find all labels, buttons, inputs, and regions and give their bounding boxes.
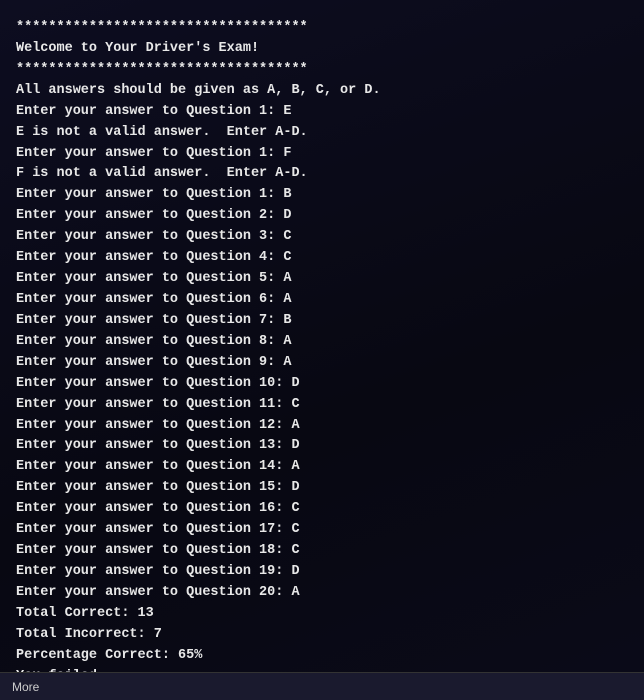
terminal-line: Enter your answer to Question 8: A — [16, 332, 628, 353]
bottom-bar: More — [0, 672, 644, 700]
terminal-line: Enter your answer to Question 1: F — [16, 144, 628, 165]
terminal-line: Enter your answer to Question 19: D — [16, 562, 628, 583]
terminal-line: Enter your answer to Question 6: A — [16, 290, 628, 311]
terminal-line: Enter your answer to Question 12: A — [16, 416, 628, 437]
terminal-line: Enter your answer to Question 9: A — [16, 353, 628, 374]
terminal-line: Enter your answer to Question 17: C — [16, 520, 628, 541]
terminal-line: Enter your answer to Question 13: D — [16, 436, 628, 457]
terminal-line: Enter your answer to Question 15: D — [16, 478, 628, 499]
terminal-line: Enter your answer to Question 4: C — [16, 248, 628, 269]
terminal-line: Total Incorrect: 7 — [16, 625, 628, 646]
terminal-line: Enter your answer to Question 2: D — [16, 206, 628, 227]
terminal-line: Enter your answer to Question 14: A — [16, 457, 628, 478]
terminal-line: Enter your answer to Question 5: A — [16, 269, 628, 290]
terminal-line: E is not a valid answer. Enter A-D. — [16, 123, 628, 144]
terminal-line: Enter your answer to Question 11: C — [16, 395, 628, 416]
terminal-line: Enter your answer to Question 7: B — [16, 311, 628, 332]
terminal-line: Welcome to Your Driver's Exam! — [16, 39, 628, 60]
terminal-line: Enter your answer to Question 1: E — [16, 102, 628, 123]
terminal-line: ************************************ — [16, 60, 628, 81]
terminal-line: Total Correct: 13 — [16, 604, 628, 625]
terminal-line: Enter your answer to Question 20: A — [16, 583, 628, 604]
more-label[interactable]: More — [12, 680, 39, 694]
terminal-line: Enter your answer to Question 18: C — [16, 541, 628, 562]
terminal-line: All answers should be given as A, B, C, … — [16, 81, 628, 102]
terminal-line: ************************************ — [16, 18, 628, 39]
terminal-output: ************************************Welc… — [0, 0, 644, 672]
terminal-line: Enter your answer to Question 16: C — [16, 499, 628, 520]
terminal-line: Enter your answer to Question 10: D — [16, 374, 628, 395]
terminal-line: Percentage Correct: 65% — [16, 646, 628, 667]
terminal-line: F is not a valid answer. Enter A-D. — [16, 164, 628, 185]
terminal-line: Enter your answer to Question 1: B — [16, 185, 628, 206]
terminal-line: Enter your answer to Question 3: C — [16, 227, 628, 248]
